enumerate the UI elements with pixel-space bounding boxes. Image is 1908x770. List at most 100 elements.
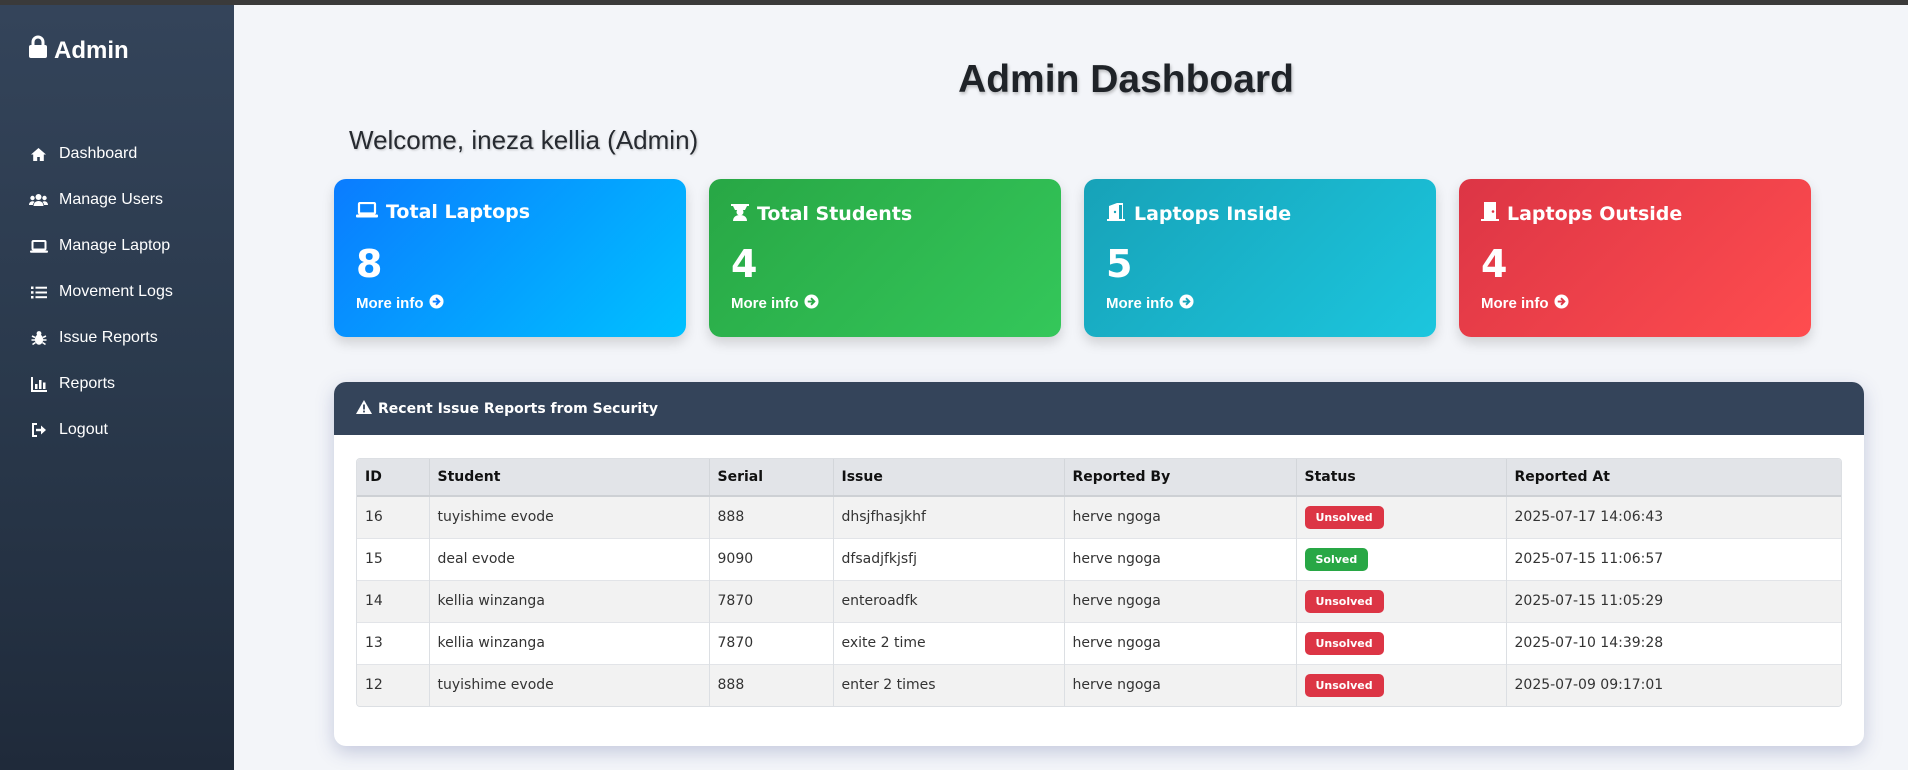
more-info-link[interactable]: More info	[1106, 294, 1194, 313]
more-info-link[interactable]: More info	[1481, 294, 1569, 313]
sidebar-item-reports[interactable]: Reports	[0, 361, 234, 407]
cell-reported-at: 2025-07-09 09:17:01	[1506, 663, 1841, 706]
graduation-cap-icon	[731, 201, 749, 226]
more-info-label: More info	[1106, 295, 1174, 312]
sidebar-item-label: Movement Logs	[59, 283, 173, 300]
sidebar-item-dashboard[interactable]: Dashboard	[0, 131, 234, 177]
cell-id: 15	[357, 537, 430, 580]
sidebar-nav: Dashboard Manage Users Manage Laptop Mov…	[0, 131, 234, 453]
card-title: Total Students	[757, 202, 913, 225]
sidebar-item-manage-users[interactable]: Manage Users	[0, 177, 234, 223]
cell-id: 12	[357, 663, 430, 706]
stat-card-total-laptops: Total Laptops 8 More info	[334, 179, 686, 337]
sidebar: Admin Dashboard Manage Users Manage Lapt…	[0, 5, 234, 770]
arrow-circle-right-icon	[428, 294, 444, 313]
status-badge: Unsolved	[1304, 631, 1384, 655]
sidebar-item-label: Logout	[59, 421, 108, 438]
panel-header: Recent Issue Reports from Security	[334, 382, 1864, 435]
welcome-message: Welcome, ineza kellia (Admin)	[349, 125, 699, 155]
column-header[interactable]: Status	[1296, 459, 1507, 497]
more-info-link[interactable]: More info	[356, 294, 444, 313]
card-title: Total Laptops	[386, 201, 531, 223]
table-row[interactable]: 13 kellia winzanga 7870 exite 2 time her…	[357, 621, 1841, 664]
door-open-icon	[1106, 201, 1126, 226]
cell-issue: enteroadfk	[833, 579, 1065, 622]
cell-status: Unsolved	[1296, 495, 1507, 538]
logout-icon	[29, 421, 48, 440]
more-info-link[interactable]: More info	[731, 294, 819, 313]
more-info-label: More info	[731, 295, 799, 312]
status-badge: Unsolved	[1304, 589, 1384, 613]
cell-reported-at: 2025-07-17 14:06:43	[1506, 495, 1841, 538]
page-title: Admin Dashboard	[958, 58, 1294, 101]
more-info-label: More info	[1481, 295, 1549, 312]
table-row[interactable]: 16 tuyishime evode 888 dhsjfhasjkhf herv…	[357, 495, 1841, 538]
chart-icon	[29, 375, 48, 394]
cell-serial: 888	[709, 663, 834, 706]
cell-reported-at: 2025-07-10 14:39:28	[1506, 621, 1841, 664]
table-row[interactable]: 15 deal evode 9090 dfsadjfkjsfj herve ng…	[357, 537, 1841, 580]
status-badge: Solved	[1304, 547, 1369, 571]
table-header-row: ID Student Serial Issue Reported By Stat…	[357, 459, 1841, 497]
cell-reported-at: 2025-07-15 11:06:57	[1506, 537, 1841, 580]
brand[interactable]: Admin	[28, 35, 129, 66]
column-header[interactable]: Reported At	[1506, 459, 1841, 497]
card-title: Laptops Inside	[1134, 202, 1292, 225]
column-header[interactable]: Serial	[709, 459, 834, 497]
cell-reported-by: herve ngoga	[1064, 495, 1297, 538]
arrow-circle-right-icon	[1178, 294, 1194, 313]
cell-serial: 9090	[709, 537, 834, 580]
cell-reported-at: 2025-07-15 11:05:29	[1506, 579, 1841, 622]
stat-card-total-students: Total Students 4 More info	[709, 179, 1061, 337]
cell-issue: enter 2 times	[833, 663, 1065, 706]
column-header[interactable]: Student	[429, 459, 710, 497]
window-top-bar	[0, 0, 1908, 5]
issue-table: ID Student Serial Issue Reported By Stat…	[357, 459, 1841, 706]
issue-reports-panel: Recent Issue Reports from Security ID St…	[334, 382, 1864, 746]
cell-reported-by: herve ngoga	[1064, 537, 1297, 580]
cell-student: deal evode	[429, 537, 710, 580]
cell-status: Unsolved	[1296, 621, 1507, 664]
cell-status: Unsolved	[1296, 579, 1507, 622]
card-value: 5	[1106, 242, 1133, 286]
card-value: 4	[1481, 242, 1508, 286]
column-header[interactable]: Reported By	[1064, 459, 1297, 497]
sidebar-item-issue-reports[interactable]: Issue Reports	[0, 315, 234, 361]
column-header[interactable]: ID	[357, 459, 430, 497]
cell-reported-by: herve ngoga	[1064, 621, 1297, 664]
lock-icon	[28, 35, 48, 66]
card-title: Laptops Outside	[1507, 202, 1683, 225]
door-closed-icon	[1481, 201, 1499, 226]
panel-title: Recent Issue Reports from Security	[378, 400, 658, 417]
table-row[interactable]: 14 kellia winzanga 7870 enteroadfk herve…	[357, 579, 1841, 622]
status-badge: Unsolved	[1304, 673, 1384, 697]
cell-status: Unsolved	[1296, 663, 1507, 706]
card-value: 4	[731, 242, 758, 286]
cell-serial: 7870	[709, 621, 834, 664]
cell-issue: dfsadjfkjsfj	[833, 537, 1065, 580]
sidebar-item-label: Manage Laptop	[59, 237, 171, 254]
laptop-icon	[356, 201, 378, 223]
cell-issue: dhsjfhasjkhf	[833, 495, 1065, 538]
brand-label: Admin	[54, 36, 129, 64]
stat-card-laptops-inside: Laptops Inside 5 More info	[1084, 179, 1436, 337]
sidebar-item-logout[interactable]: Logout	[0, 407, 234, 453]
cell-student: tuyishime evode	[429, 663, 710, 706]
arrow-circle-right-icon	[803, 294, 819, 313]
list-icon	[29, 283, 48, 302]
column-header[interactable]: Issue	[833, 459, 1065, 497]
cell-id: 14	[357, 579, 430, 622]
cell-student: tuyishime evode	[429, 495, 710, 538]
cell-reported-by: herve ngoga	[1064, 579, 1297, 622]
cell-reported-by: herve ngoga	[1064, 663, 1297, 706]
cell-serial: 888	[709, 495, 834, 538]
cell-id: 13	[357, 621, 430, 664]
table-row[interactable]: 12 tuyishime evode 888 enter 2 times her…	[357, 663, 1841, 706]
issue-table-wrapper: ID Student Serial Issue Reported By Stat…	[356, 458, 1842, 707]
stat-card-laptops-outside: Laptops Outside 4 More info	[1459, 179, 1811, 337]
status-badge: Unsolved	[1304, 505, 1384, 529]
sidebar-item-label: Manage Users	[59, 191, 164, 208]
sidebar-item-movement-logs[interactable]: Movement Logs	[0, 269, 234, 315]
sidebar-item-manage-laptop[interactable]: Manage Laptop	[0, 223, 234, 269]
arrow-circle-right-icon	[1553, 294, 1569, 313]
